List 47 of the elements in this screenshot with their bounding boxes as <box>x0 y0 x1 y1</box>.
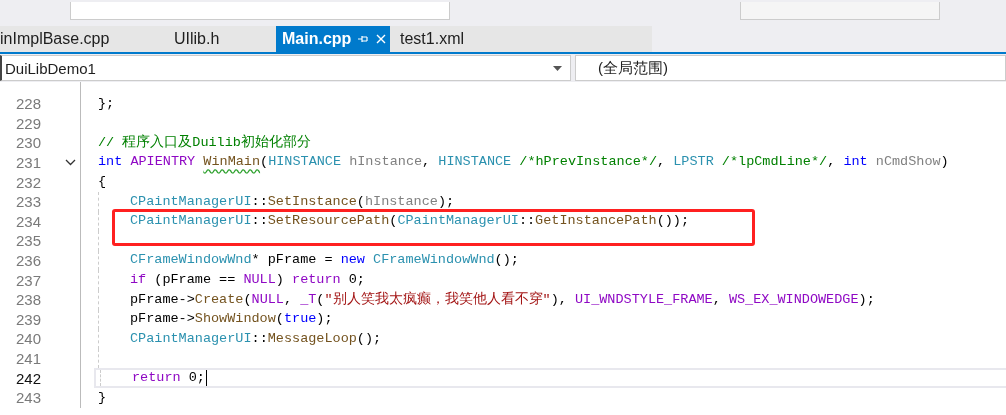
line-number: 230 <box>14 134 41 152</box>
code-line: CPaintManagerUI::SetInstance(hInstance); <box>130 194 455 209</box>
line-number: 241 <box>14 350 41 367</box>
caret-icon <box>553 65 562 71</box>
line-number: 229 <box>14 114 41 132</box>
process-field[interactable] <box>70 2 450 20</box>
pin-icon[interactable] <box>357 33 370 45</box>
code-line: return 0; <box>132 371 205 386</box>
file-tab[interactable]: Main.cpp <box>276 26 390 52</box>
line-number: 243 <box>14 389 41 407</box>
code-line: pFrame->Create(NULL, _T("别人笑我太疯癫，我笑他人看不穿"), UI_WNDSTYLE_FRAME, WS_EX_WINDOWEDGE); <box>130 292 875 307</box>
code-line: CPaintManagerUI::MessageLoop(); <box>130 331 382 346</box>
code-line: // 程序入口及Duilib初始化部分 <box>98 135 311 151</box>
line-number: 240 <box>14 330 41 348</box>
project-name: DuiLibDemo1 <box>5 59 96 77</box>
collapse-chevron-icon[interactable] <box>65 159 76 167</box>
file-tab[interactable]: UIlib.h <box>158 26 276 52</box>
code-line: pFrame->ShowWindow(true); <box>130 312 333 327</box>
line-number: 231 <box>14 154 41 172</box>
line-number: 233 <box>14 193 41 211</box>
line-number: 242 <box>14 369 41 387</box>
line-number: 238 <box>14 291 41 309</box>
code-line: CFrameWindowWnd* pFrame = new CFrameWindowWnd(); <box>130 253 519 268</box>
line-number: 236 <box>14 252 41 270</box>
line-number: 237 <box>14 271 41 289</box>
tab-label: inImplBase.cpp <box>0 30 110 48</box>
thread-field[interactable] <box>740 2 940 20</box>
file-tab[interactable]: test1.xml <box>390 26 652 52</box>
code-line: int APIENTRY WinMain(HINSTANCE hInstance, HINSTANCE /*hPrevInstance*/, LPSTR /*lpCmdLine*/, int nCmdShow) <box>98 155 949 170</box>
close-icon[interactable] <box>375 33 388 45</box>
line-number: 239 <box>14 310 41 328</box>
file-tab[interactable]: inImplBase.cpp <box>0 26 158 52</box>
line-number: 232 <box>14 173 41 191</box>
tab-label: Main.cpp <box>282 30 352 48</box>
line-number: 234 <box>14 212 41 230</box>
line-number: 235 <box>14 232 41 250</box>
code-line: if (pFrame == NULL) return 0; <box>130 273 365 288</box>
tab-label: UIlib.h <box>174 30 220 48</box>
code-line: CPaintManagerUI::SetResourcePath(CPaintManagerUI::GetInstancePath()); <box>130 214 690 229</box>
line-number: 228 <box>14 95 41 113</box>
scope-dropdown[interactable]: (全局范围) <box>575 55 1006 81</box>
code-line: }; <box>98 96 115 111</box>
text-cursor <box>205 370 207 387</box>
code-line: } <box>98 390 107 405</box>
project-dropdown[interactable]: DuiLibDemo1 <box>0 55 571 81</box>
code-line: { <box>98 175 107 190</box>
tab-label: test1.xml <box>400 30 464 48</box>
